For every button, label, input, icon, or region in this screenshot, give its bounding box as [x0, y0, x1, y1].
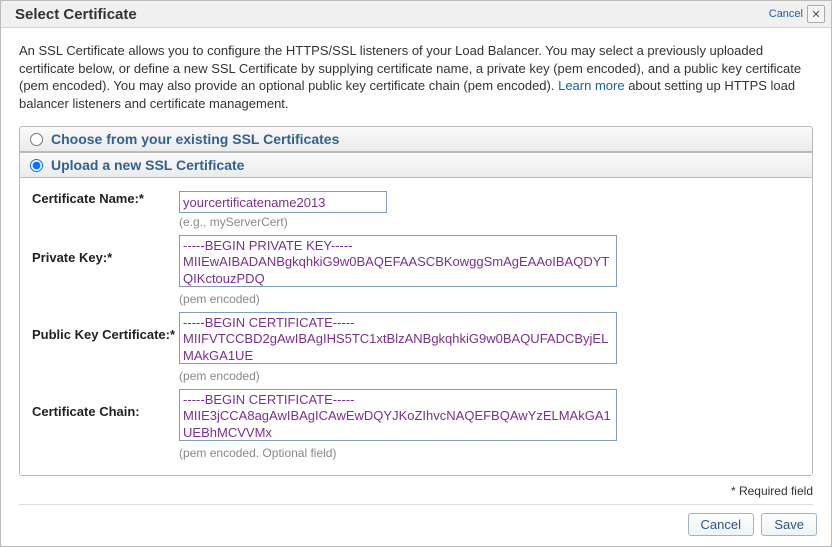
- separator: [19, 504, 813, 505]
- upload-form: Certificate Name:* (e.g., myServerCert) …: [20, 178, 812, 475]
- label-cert-chain: Certificate Chain:: [30, 386, 177, 463]
- radio-upload-new[interactable]: [30, 159, 43, 172]
- hint-private-key: (pem encoded): [179, 292, 617, 306]
- section-header-existing[interactable]: Choose from your existing SSL Certificat…: [20, 127, 812, 152]
- private-key-textarea[interactable]: -----BEGIN PRIVATE KEY----- MIIEwAIBADAN…: [179, 235, 617, 287]
- certificate-name-input[interactable]: [179, 191, 387, 213]
- cancel-button[interactable]: Cancel: [688, 513, 754, 536]
- label-private-key: Private Key:*: [30, 232, 177, 309]
- dialog-title: Select Certificate: [15, 6, 137, 23]
- label-public-key: Public Key Certificate:*: [30, 309, 177, 386]
- dialog-buttons: Cancel Save: [1, 507, 831, 546]
- titlebar-cancel-link[interactable]: Cancel: [769, 8, 803, 20]
- label-cert-name: Certificate Name:*: [30, 188, 177, 232]
- select-certificate-dialog: Select Certificate Cancel ✕ An SSL Certi…: [0, 0, 832, 547]
- section-header-existing-label: Choose from your existing SSL Certificat…: [51, 131, 339, 147]
- hint-cert-chain: (pem encoded. Optional field): [179, 446, 617, 460]
- titlebar: Select Certificate Cancel ✕: [1, 1, 831, 28]
- dialog-content: An SSL Certificate allows you to configu…: [1, 28, 831, 507]
- required-field-note: * Required field: [19, 484, 813, 498]
- radio-choose-existing[interactable]: [30, 133, 43, 146]
- certificate-chain-textarea[interactable]: -----BEGIN CERTIFICATE----- MIIE3jCCA8ag…: [179, 389, 617, 441]
- certificate-source-sections: Choose from your existing SSL Certificat…: [19, 126, 813, 476]
- learn-more-link[interactable]: Learn more: [558, 78, 624, 93]
- close-icon[interactable]: ✕: [807, 5, 825, 23]
- save-button[interactable]: Save: [761, 513, 817, 536]
- section-header-upload-label: Upload a new SSL Certificate: [51, 157, 244, 173]
- section-header-upload[interactable]: Upload a new SSL Certificate: [20, 152, 812, 178]
- hint-public-key: (pem encoded): [179, 369, 617, 383]
- public-key-textarea[interactable]: -----BEGIN CERTIFICATE----- MIIFVTCCBD2g…: [179, 312, 617, 364]
- form-table: Certificate Name:* (e.g., myServerCert) …: [30, 188, 619, 463]
- hint-cert-name: (e.g., myServerCert): [179, 215, 617, 229]
- intro-text: An SSL Certificate allows you to configu…: [19, 42, 813, 112]
